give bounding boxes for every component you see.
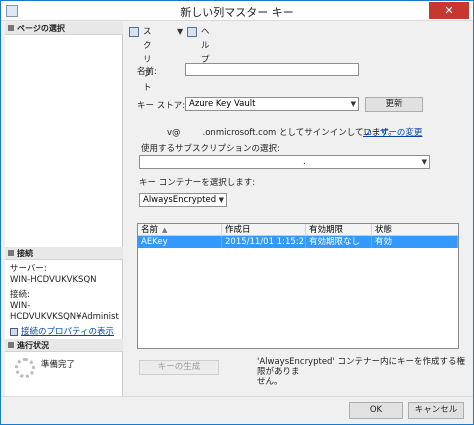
signin-status: v@ .onmicrosoft.com としてサインインしています。 — [167, 128, 397, 138]
progress-status: 準備完了 — [41, 360, 76, 370]
permission-message: 'AlwaysEncrypted' コンテナー内にキーを作成する権限がありま せ… — [257, 357, 465, 387]
keystore-value: Azure Key Vault — [189, 99, 256, 109]
progress-section: 進行状況 準備完了 — [5, 339, 123, 396]
ok-button[interactable]: OK — [349, 402, 403, 419]
expiration-cell: 有効期限なし — [306, 236, 372, 248]
key-name-cell: AEKey — [138, 236, 222, 248]
refresh-button[interactable]: 更新 — [365, 97, 423, 112]
progress-spinner-icon — [15, 358, 35, 378]
close-button[interactable]: ✕ — [429, 2, 469, 19]
connection-section: 接続 サーバー: WIN-HCDVUKVKSQN 接続: WIN-HCDVUKV… — [5, 247, 123, 339]
cancel-button[interactable]: キャンセル — [408, 402, 464, 419]
dialog-window: 新しい列マスター キー ✕ ページの選択 接続 サーバー: WIN-HCDVUK… — [0, 0, 474, 425]
connection-properties[interactable]: 接続のプロパティの表示 — [5, 327, 123, 338]
status-cell: 有効 — [372, 236, 458, 248]
progress-header: 進行状況 — [5, 339, 123, 352]
name-label: 名前: — [137, 67, 157, 77]
grid-header-row: 名前 ▲ 作成日 有効期限 状態 — [138, 224, 458, 236]
column-header[interactable]: 作成日 — [222, 224, 306, 236]
connection-properties-link[interactable]: 接続のプロパティの表示 — [21, 327, 114, 337]
dialog-footer: OK キャンセル — [1, 396, 473, 424]
subscription-select[interactable]: . ▼ — [139, 155, 430, 169]
subscription-label: 使用するサブスクリプションの選択: — [141, 144, 280, 154]
title-bar: 新しい列マスター キー ✕ — [1, 1, 473, 21]
keystore-select[interactable]: Azure Key Vault ▼ — [185, 97, 359, 111]
chevron-down-icon: ▼ — [421, 158, 427, 166]
progress-row: 準備完了 — [5, 352, 123, 382]
chevron-down-icon: ▼ — [218, 196, 224, 204]
script-button[interactable]: スクリプト — [129, 25, 152, 93]
window-title: 新しい列マスター キー — [180, 6, 294, 19]
sort-arrow-icon: ▲ — [162, 226, 168, 234]
column-header[interactable]: 名前 ▲ — [138, 224, 222, 236]
connection-header: 接続 — [5, 247, 123, 260]
container-label: キー コンテナーを選択します: — [139, 178, 256, 188]
properties-icon — [10, 327, 18, 336]
server-label: サーバー: — [10, 264, 47, 274]
table-row[interactable]: AEKey 2015/11/01 1:15:27 有効期限なし 有効 — [138, 236, 458, 248]
column-header[interactable]: 有効期限 — [306, 224, 372, 236]
name-input[interactable] — [185, 63, 359, 76]
section-icon — [8, 250, 14, 256]
subscription-value: . — [303, 157, 306, 167]
keys-grid[interactable]: 名前 ▲ 作成日 有効期限 状態 AEKey 2015/11/01 1:15:27… — [137, 223, 459, 349]
pages-section: ページの選択 — [5, 22, 123, 247]
generate-key-button[interactable]: キーの生成 — [139, 360, 219, 375]
chevron-down-icon: ▼ — [350, 100, 356, 108]
pages-header: ページの選択 — [5, 22, 123, 35]
server-value: WIN-HCDVUKVKSQN — [10, 275, 97, 285]
help-icon — [187, 27, 197, 37]
column-header[interactable]: 状態 — [372, 224, 458, 236]
left-pane: ページの選択 接続 サーバー: WIN-HCDVUKVKSQN 接続: WIN-… — [5, 22, 123, 396]
section-icon — [8, 25, 14, 31]
script-icon — [129, 27, 139, 37]
created-date-cell: 2015/11/01 1:15:27 — [222, 236, 306, 248]
connection-value: WIN-HCDVUKVKSQN¥Administ — [10, 301, 119, 322]
script-dropdown-arrow-icon[interactable]: ▼ — [177, 25, 183, 39]
container-value: AlwaysEncrypted — [143, 195, 217, 205]
main-panel: 名前: キー ストア: Azure Key Vault ▼ 更新 v@ .onmi… — [125, 45, 469, 395]
container-select[interactable]: AlwaysEncrypted ▼ — [139, 193, 227, 207]
connection-label: 接続: — [10, 290, 30, 300]
help-button[interactable]: ヘルプ — [187, 25, 210, 65]
change-user-link[interactable]: ユーザーの変更 — [363, 126, 422, 138]
section-icon — [8, 342, 14, 348]
keystore-label: キー ストア: — [137, 101, 186, 111]
